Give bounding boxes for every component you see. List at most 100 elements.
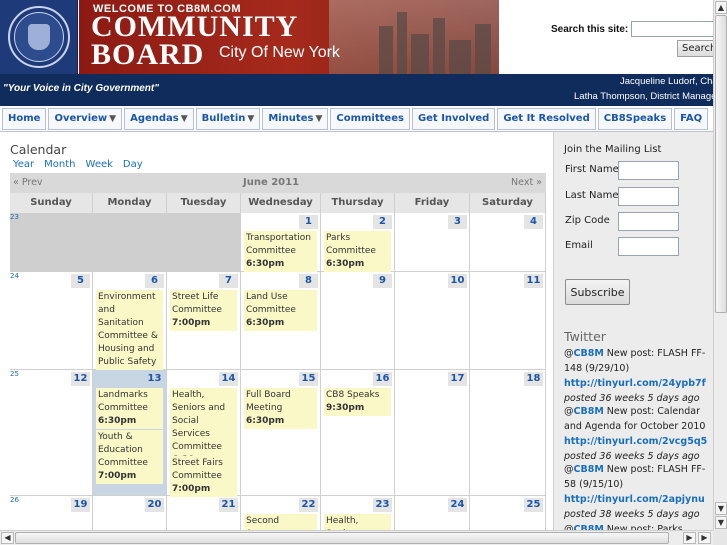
calendar-day-cell[interactable]: 18 — [470, 370, 546, 496]
week-number[interactable]: 26 — [10, 496, 19, 504]
calendar-day-cell[interactable]: 10 — [395, 272, 470, 370]
day-number[interactable]: 22 — [299, 498, 318, 512]
prev-month-link[interactable]: « Prev — [13, 177, 43, 188]
search-input[interactable] — [631, 21, 721, 37]
calendar-day-cell[interactable]: 19 — [10, 496, 93, 530]
calendar-event[interactable]: Landmarks Committee 6:30pm — [96, 388, 163, 429]
mailing-input-first-name[interactable] — [618, 161, 679, 180]
calendar-day-cell[interactable]: 3 — [395, 213, 470, 272]
calendar-day-cell[interactable] — [10, 213, 93, 272]
day-number[interactable]: 10 — [448, 274, 467, 288]
calendar-event[interactable]: Full Board Meeting 6:30pm — [244, 388, 317, 429]
calendar-day-cell[interactable] — [93, 213, 167, 272]
mailing-input-email[interactable] — [618, 237, 679, 256]
calendar-event[interactable]: Street Fairs Committee 7:00pm — [170, 456, 237, 497]
week-number[interactable]: 25 — [10, 370, 19, 378]
nav-item-get-involved[interactable]: Get Involved — [411, 107, 496, 130]
mailing-input-last-name[interactable] — [618, 187, 679, 206]
scroll-right-icon[interactable]: ▶ — [698, 532, 711, 544]
day-number[interactable]: 24 — [448, 498, 467, 512]
calendar-day-cell[interactable]: 9 — [321, 272, 395, 370]
nav-item-committees[interactable]: Committees — [330, 107, 410, 130]
calendar-day-cell[interactable]: 5 — [10, 272, 93, 370]
calendar-day-cell[interactable]: 8 Land Use Committee 6:30pm — [241, 272, 321, 370]
calendar-day-cell[interactable]: 1 Transportation Committee 6:30pm — [241, 213, 321, 272]
nav-item-minutes[interactable]: Minutes ▼ — [262, 107, 329, 130]
calendar-event[interactable]: Street Life Committee 7:00pm — [170, 290, 237, 331]
day-number[interactable]: 21 — [219, 498, 238, 512]
day-number[interactable]: 18 — [524, 372, 543, 386]
day-number[interactable]: 6 — [145, 274, 164, 288]
day-number[interactable]: 16 — [373, 372, 392, 386]
nav-item-faq[interactable]: FAQ — [674, 107, 709, 130]
nav-item-agendas[interactable]: Agendas ▼ — [124, 107, 194, 130]
scroll-up-icon[interactable]: ▲ — [715, 1, 727, 14]
view-tab-week[interactable]: Week — [86, 159, 113, 170]
nav-item-get-it-resolved[interactable]: Get It Resolved — [497, 107, 596, 130]
tweet-link[interactable]: http://tinyurl.com/2vcg5q5 — [564, 434, 713, 449]
day-number[interactable]: 19 — [71, 498, 90, 512]
calendar-day-cell[interactable]: 11 — [470, 272, 546, 370]
day-number[interactable]: 23 — [373, 498, 392, 512]
calendar-day-cell[interactable]: 20 — [93, 496, 167, 530]
nav-item-overview[interactable]: Overview ▼ — [48, 107, 123, 130]
calendar-event[interactable]: Youth & Education Committee 7:00pm — [96, 430, 163, 484]
calendar-event[interactable]: Health, Seniors — [324, 514, 391, 530]
calendar-day-cell[interactable]: 22 Second Avenue — [241, 496, 321, 530]
calendar-day-cell[interactable]: 7 Street Life Committee 7:00pm — [167, 272, 241, 370]
calendar-event[interactable]: Second Avenue — [244, 514, 317, 530]
day-number[interactable]: 9 — [373, 274, 392, 288]
vertical-scrollbar[interactable]: ▲ ▼ ▼ — [713, 0, 727, 530]
week-number[interactable]: 24 — [10, 272, 19, 280]
calendar-event[interactable]: Land Use Committee 6:30pm — [244, 290, 317, 331]
calendar-day-cell[interactable]: 4 — [470, 213, 546, 272]
calendar-day-cell[interactable]: 13 Landmarks Committee 6:30pm Youth & Educa… — [93, 370, 167, 496]
day-number[interactable]: 25 — [524, 498, 543, 512]
nav-item-home[interactable]: Home — [2, 107, 47, 130]
calendar-day-cell[interactable]: 16 CB8 Speaks 9:30pm — [321, 370, 395, 496]
tweet-user-link[interactable]: CB8M — [574, 464, 604, 475]
day-number[interactable]: 14 — [219, 372, 238, 386]
day-number[interactable]: 12 — [71, 372, 90, 386]
calendar-day-cell[interactable]: 21 — [167, 496, 241, 530]
day-number[interactable]: 8 — [299, 274, 318, 288]
calendar-day-cell[interactable]: 23 Health, Seniors — [321, 496, 395, 530]
view-tab-year[interactable]: Year — [13, 159, 34, 170]
next-month-link[interactable]: Next » — [511, 177, 542, 188]
day-number[interactable]: 2 — [373, 215, 392, 229]
calendar-day-cell[interactable]: 2 Parks Committee 6:30pm — [321, 213, 395, 272]
scroll-left-icon[interactable]: ◀ — [1, 532, 14, 544]
calendar-day-cell[interactable]: 24 — [395, 496, 470, 530]
horizontal-scroll-thumb[interactable] — [15, 532, 669, 544]
tweet-user-link[interactable]: CB8M — [574, 348, 604, 359]
calendar-day-cell[interactable]: 12 — [10, 370, 93, 496]
scroll-down-icon[interactable]: ▼ — [715, 516, 727, 529]
day-number[interactable]: 11 — [524, 274, 543, 288]
horizontal-scrollbar[interactable]: ◀ ▶ ▶ — [0, 530, 713, 545]
calendar-day-cell[interactable]: 15 Full Board Meeting 6:30pm — [241, 370, 321, 496]
day-number[interactable]: 7 — [219, 274, 238, 288]
week-number[interactable]: 23 — [10, 213, 19, 221]
tweet-user-link[interactable]: CB8M — [574, 406, 604, 417]
day-number[interactable]: 20 — [145, 498, 164, 512]
calendar-day-cell[interactable]: 14 Health, Seniors and Social Services Co… — [167, 370, 241, 497]
subscribe-button[interactable]: Subscribe — [565, 279, 630, 305]
day-number[interactable]: 4 — [524, 215, 543, 229]
nav-item-bulletin[interactable]: Bulletin ▼ — [195, 107, 261, 130]
nav-item-cb8speaks[interactable]: CB8Speaks — [597, 107, 673, 130]
calendar-event[interactable]: CB8 Speaks 9:30pm — [324, 388, 391, 416]
tweet-link[interactable]: http://tinyurl.com/24ypb7f — [564, 376, 713, 391]
vertical-scroll-thumb[interactable] — [715, 15, 727, 313]
tweet-link[interactable]: http://tinyurl.com/2apjynu — [564, 492, 713, 507]
calendar-day-cell[interactable]: 25 — [470, 496, 546, 530]
day-number[interactable]: 3 — [448, 215, 467, 229]
day-number[interactable]: 17 — [448, 372, 467, 386]
view-tab-day[interactable]: Day — [123, 159, 143, 170]
community-board-banner[interactable]: WELCOME TO CB8M.COM COMMUNITY BOARD City… — [79, 0, 499, 74]
scroll-right-icon[interactable]: ▶ — [683, 532, 696, 544]
mailing-input-zip-code[interactable] — [618, 212, 679, 231]
day-number[interactable]: 5 — [71, 274, 90, 288]
calendar-day-cell[interactable]: 6 Environment and Sanitation Committee & … — [93, 272, 167, 383]
calendar-event[interactable]: Parks Committee 6:30pm — [324, 231, 391, 272]
day-number[interactable]: 13 — [145, 372, 164, 386]
